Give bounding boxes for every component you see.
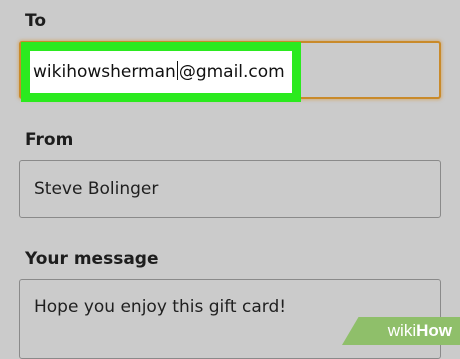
email-after-caret: @gmail.com [178,62,285,82]
email-highlight-box: wikihowsherman @gmail.com [21,42,301,102]
from-value: Steve Bolinger [34,179,159,199]
message-label: Your message [25,249,159,269]
watermark-part2: How [416,321,452,340]
to-label: To [25,11,47,31]
wikihow-watermark-text: wikiHow [388,322,452,340]
from-label: From [25,130,74,150]
email-before-caret: wikihowsherman [33,62,176,82]
from-field[interactable]: Steve Bolinger [19,160,441,218]
watermark-part1: wiki [387,321,417,340]
text-caret [176,61,178,80]
to-email-value: wikihowsherman @gmail.com [33,61,285,83]
message-value: Hope you enjoy this gift card! [34,297,287,317]
